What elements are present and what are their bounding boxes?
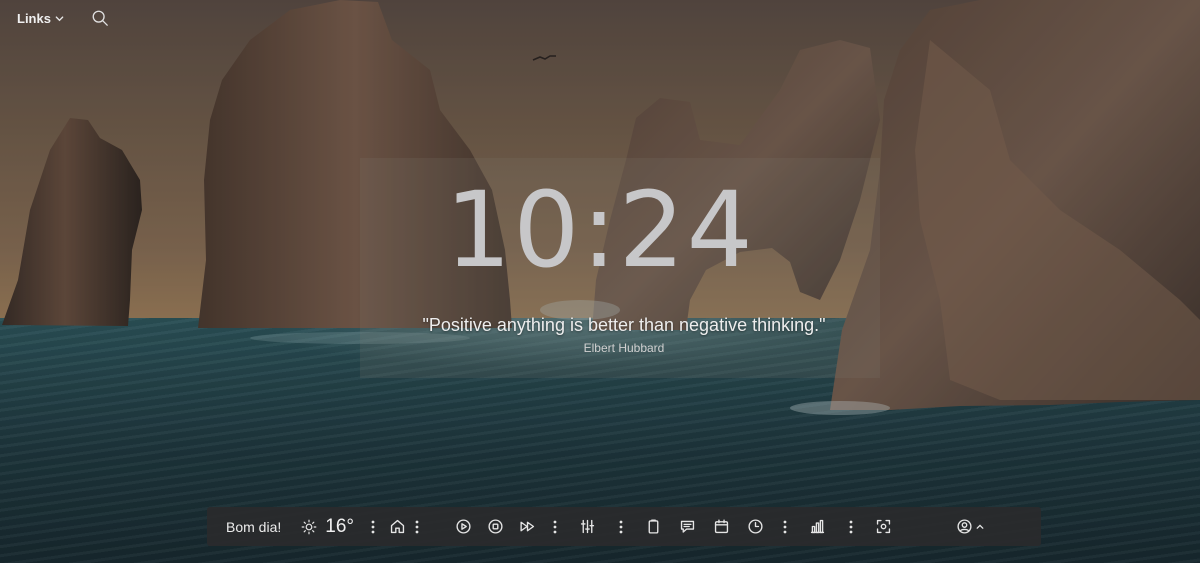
- search-button[interactable]: [90, 8, 110, 28]
- focus-button[interactable]: [872, 515, 896, 539]
- more-vertical-icon: [849, 520, 853, 533]
- search-icon: [92, 10, 108, 26]
- sun-icon: [301, 519, 317, 534]
- clipboard-icon: [649, 519, 659, 534]
- tools-more-button[interactable]: [778, 515, 792, 539]
- links-label: Links: [17, 10, 51, 26]
- stats-more-button[interactable]: [844, 515, 858, 539]
- quote-author: Elbert Hubbard: [583, 341, 665, 355]
- more-vertical-icon: [553, 520, 557, 533]
- clock-time: 10:24: [445, 169, 755, 291]
- greeting-text: Bom dia!: [226, 518, 282, 535]
- media-more-button[interactable]: [548, 515, 562, 539]
- more-vertical-icon: [619, 520, 623, 533]
- focus-scan-icon: [877, 519, 891, 534]
- stats-button[interactable]: [806, 515, 830, 539]
- clock-icon: [748, 519, 764, 534]
- more-vertical-icon: [415, 520, 419, 533]
- profile-menu-button[interactable]: [956, 518, 984, 535]
- clipboard-button[interactable]: [642, 515, 666, 539]
- home-icon: [391, 519, 405, 534]
- top-left-toolbar: Links: [17, 7, 110, 29]
- chevron-down-icon: [55, 16, 64, 22]
- more-vertical-icon: [783, 520, 787, 533]
- clock-button[interactable]: [744, 515, 768, 539]
- bar-chart-icon: [811, 519, 825, 534]
- links-menu-button[interactable]: Links: [17, 7, 64, 29]
- bottom-toolbar: Bom dia! 16°: [207, 507, 1041, 546]
- stop-icon: [488, 519, 504, 534]
- home-button[interactable]: [386, 515, 410, 539]
- play-icon: [456, 519, 472, 534]
- sliders-icon: [581, 519, 595, 534]
- weather-more-button[interactable]: [366, 515, 380, 539]
- stop-button[interactable]: [484, 515, 508, 539]
- play-button[interactable]: [452, 515, 476, 539]
- home-more-button[interactable]: [410, 515, 424, 539]
- weather-widget[interactable]: 16°: [301, 516, 354, 538]
- more-vertical-icon: [371, 520, 375, 533]
- user-circle-icon: [957, 519, 972, 534]
- calendar-button[interactable]: [710, 515, 734, 539]
- mixer-button[interactable]: [576, 515, 600, 539]
- calendar-icon: [715, 519, 729, 534]
- notes-button[interactable]: [676, 515, 700, 539]
- fast-forward-button[interactable]: [516, 515, 540, 539]
- message-icon: [681, 520, 695, 533]
- temperature-value: 16°: [325, 515, 354, 537]
- quote-text: "Positive anything is better than negati…: [422, 315, 826, 335]
- chevron-up-icon: [976, 523, 984, 529]
- fast-forward-icon: [520, 521, 535, 532]
- mixer-more-button[interactable]: [614, 515, 628, 539]
